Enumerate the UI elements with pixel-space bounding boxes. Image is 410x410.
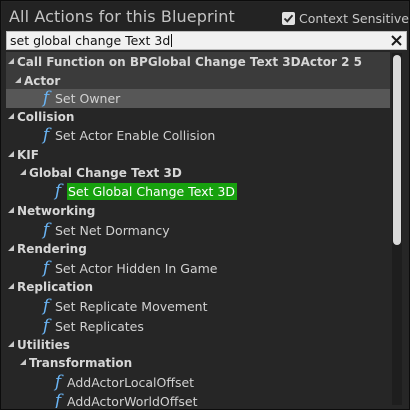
expand-arrow-icon[interactable]	[8, 282, 14, 289]
tree-category-transformation[interactable]: Transformation	[6, 353, 390, 372]
tree-item-add-actor-world-offset[interactable]: f AddActorWorldOffset	[6, 391, 390, 409]
close-icon	[391, 35, 402, 46]
tree-category-replication[interactable]: Replication	[6, 277, 390, 296]
function-icon: f	[54, 181, 62, 201]
tree-category-global-change-text-3d[interactable]: Global Change Text 3D	[6, 163, 390, 182]
tree-item-set-actor-enable-collision[interactable]: f Set Actor Enable Collision	[6, 126, 390, 145]
expand-arrow-icon[interactable]	[15, 76, 21, 83]
function-icon: f	[42, 88, 50, 108]
tree-category-label: Global Change Text 3D	[29, 165, 182, 180]
tree-category-utilities[interactable]: Utilities	[6, 335, 390, 354]
expand-arrow-icon[interactable]	[8, 244, 14, 251]
tree-category-networking[interactable]: Networking	[6, 201, 390, 220]
function-icon: f	[42, 316, 50, 336]
tree-category-label: Actor	[24, 73, 61, 88]
search-match-highlight: Set Global Change Text 3D	[67, 183, 238, 200]
function-icon: f	[42, 125, 50, 145]
tree-item-add-actor-local-offset[interactable]: f AddActorLocalOffset	[6, 373, 390, 392]
tree-category-label: Rendering	[17, 241, 87, 256]
tree-item-set-owner[interactable]: f Set Owner	[6, 89, 390, 108]
tree-item-label: Set Replicates	[55, 319, 144, 334]
tree-category-root[interactable]: Call Function on BPGlobal Change Text 3D…	[6, 52, 390, 71]
blueprint-action-menu: All Actions for this Blueprint Context S…	[0, 0, 410, 410]
vertical-scrollbar[interactable]	[392, 53, 402, 405]
tree-item-label: Set Replicate Movement	[55, 299, 208, 314]
expand-arrow-icon[interactable]	[8, 150, 14, 157]
text-cursor	[171, 34, 173, 47]
menu-title: All Actions for this Blueprint	[9, 7, 235, 26]
expand-arrow-icon[interactable]	[8, 206, 14, 213]
tree-category-actor[interactable]: Actor	[6, 71, 390, 90]
tree-category-label: Call Function on BPGlobal Change Text 3D…	[17, 54, 362, 69]
checkmark-icon	[283, 14, 294, 23]
tree-category-label: KIF	[17, 147, 39, 162]
function-icon: f	[42, 258, 50, 278]
tree-category-rendering[interactable]: Rendering	[6, 239, 390, 258]
function-icon: f	[54, 372, 62, 392]
expand-arrow-icon[interactable]	[8, 340, 14, 347]
tree-item-set-actor-hidden-in-game[interactable]: f Set Actor Hidden In Game	[6, 259, 390, 278]
tree-item-label: Set Actor Hidden In Game	[55, 261, 218, 276]
tree-item-set-replicate-movement[interactable]: f Set Replicate Movement	[6, 297, 390, 316]
tree-category-kif[interactable]: KIF	[6, 145, 390, 164]
clear-search-button[interactable]	[389, 33, 404, 48]
expand-arrow-icon[interactable]	[8, 57, 14, 64]
context-sensitive-toggle[interactable]: Context Sensitive	[282, 10, 409, 26]
search-field[interactable]: set global change Text 3d	[6, 31, 407, 50]
scrollbar-thumb[interactable]	[393, 55, 401, 245]
function-icon: f	[42, 296, 50, 316]
tree-item-label: Set Owner	[55, 91, 121, 106]
action-tree: Call Function on BPGlobal Change Text 3D…	[6, 52, 390, 408]
tree-category-label: Collision	[17, 109, 75, 124]
tree-category-label: Transformation	[29, 355, 133, 370]
tree-category-label: Replication	[17, 279, 94, 294]
function-icon: f	[42, 220, 50, 240]
tree-item-label: AddActorLocalOffset	[67, 375, 195, 390]
tree-item-label: Set Actor Enable Collision	[55, 128, 216, 143]
context-sensitive-checkbox[interactable]	[282, 11, 295, 25]
context-sensitive-label: Context Sensitive	[299, 10, 409, 26]
tree-category-collision[interactable]: Collision	[6, 107, 390, 126]
tree-item-set-replicates[interactable]: f Set Replicates	[6, 317, 390, 336]
expand-arrow-icon[interactable]	[20, 358, 26, 365]
tree-item-set-net-dormancy[interactable]: f Set Net Dormancy	[6, 221, 390, 240]
tree-item-label: Set Net Dormancy	[55, 223, 170, 238]
tree-category-label: Utilities	[17, 337, 70, 352]
expand-arrow-icon[interactable]	[8, 112, 14, 119]
tree-item-set-global-change-text-3d[interactable]: f Set Global Change Text 3D	[6, 182, 390, 201]
function-icon: f	[54, 391, 62, 409]
tree-category-label: Networking	[17, 203, 96, 218]
menu-header: All Actions for this Blueprint Context S…	[2, 2, 409, 30]
expand-arrow-icon[interactable]	[20, 168, 26, 175]
search-input[interactable]: set global change Text 3d	[10, 33, 170, 48]
tree-item-label: AddActorWorldOffset	[67, 394, 198, 408]
